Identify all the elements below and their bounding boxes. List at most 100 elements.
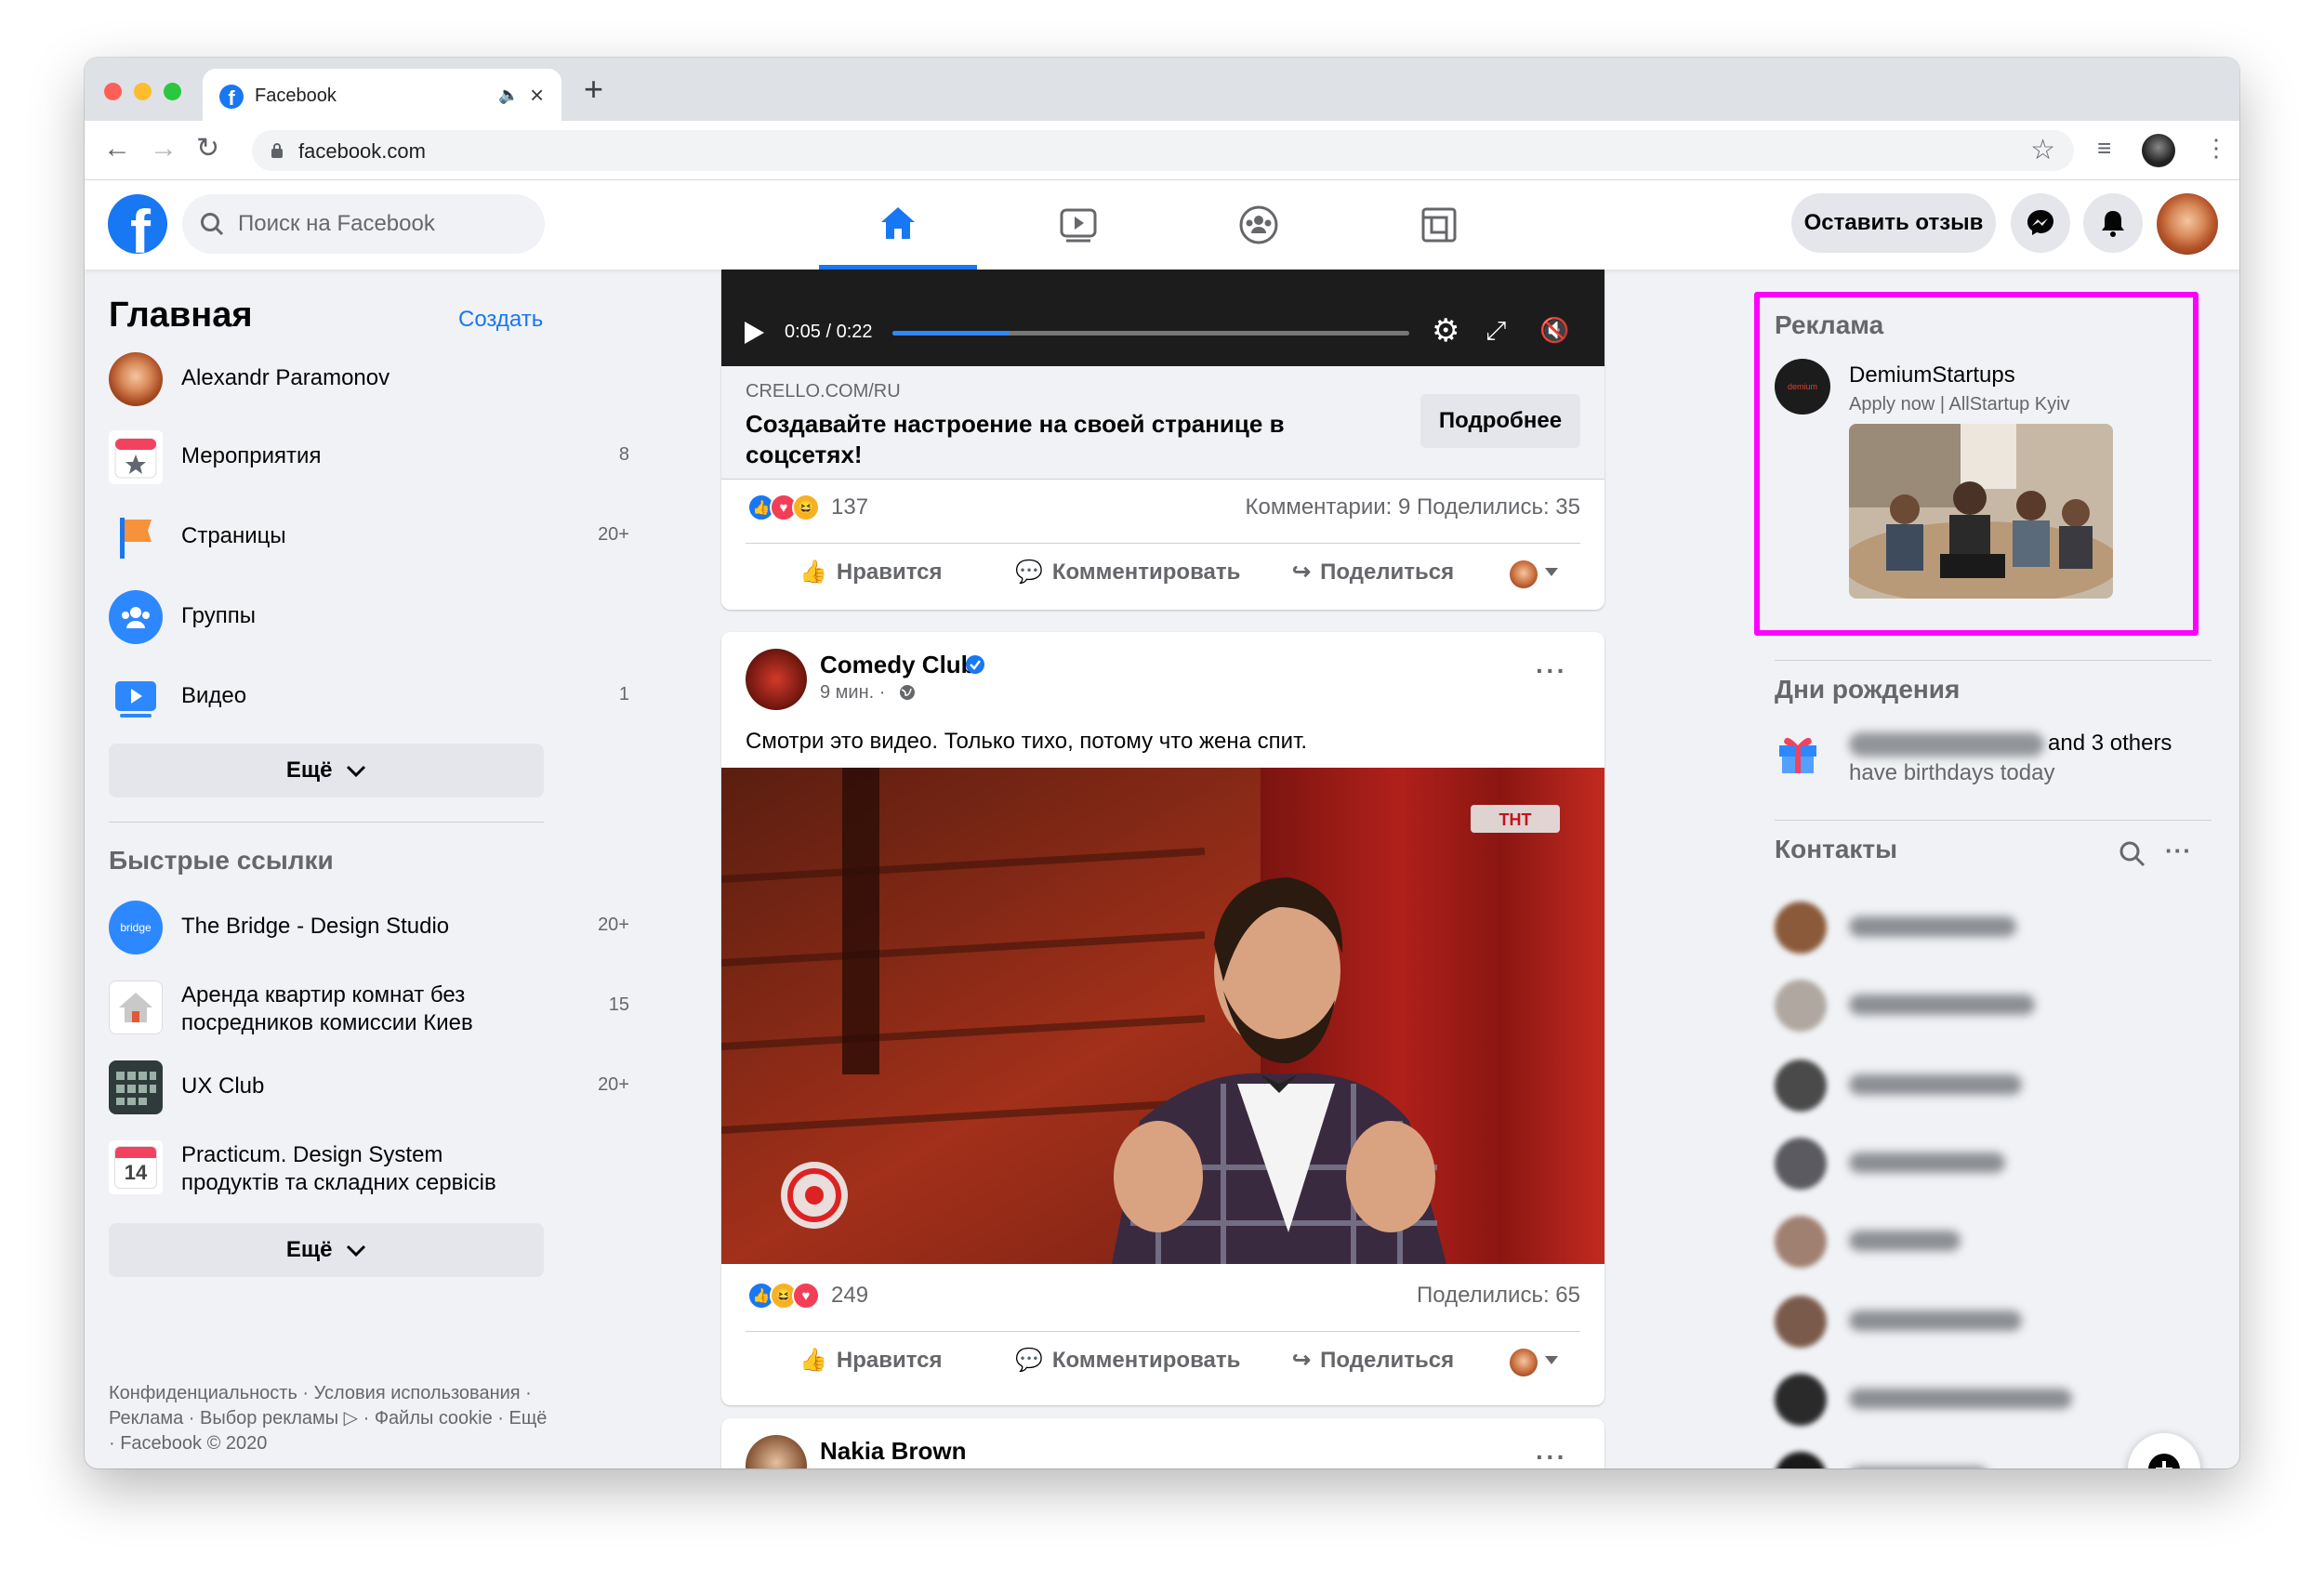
video-icon xyxy=(109,670,163,724)
shortcut-item-bridge[interactable]: bridge The Bridge - Design Studio 20+ xyxy=(109,894,629,959)
sidebar-item-groups[interactable]: Группы xyxy=(109,584,629,649)
share-button[interactable]: ↪ Поделиться xyxy=(1292,1347,1454,1374)
comment-button[interactable]: 💬 Комментировать xyxy=(1015,1347,1240,1374)
sidebar-item-profile[interactable]: Alexandr Paramonov xyxy=(109,346,629,411)
browser-menu-icon[interactable]: ⋮ xyxy=(2204,134,2228,163)
reaction-summary[interactable]: 👍 ♥ 😆 137 xyxy=(747,489,868,526)
reload-icon[interactable]: ↻ xyxy=(196,132,219,165)
media-control-icon[interactable]: ≡ xyxy=(2097,134,2111,163)
facebook-header: f Оставить отзыв xyxy=(85,180,2239,270)
birthday-others[interactable]: and 3 others xyxy=(2048,731,2172,757)
browser-profile-avatar[interactable] xyxy=(2142,134,2175,167)
like-button[interactable]: 👍 Нравится xyxy=(799,559,943,586)
nav-tab-watch[interactable] xyxy=(999,180,1157,270)
like-button[interactable]: 👍 Нравится xyxy=(799,1347,943,1374)
feedback-button[interactable]: Оставить отзыв xyxy=(1791,193,1996,253)
contact-item[interactable] xyxy=(1775,1052,2202,1117)
divider xyxy=(109,822,544,823)
mute-icon[interactable]: 🔇 xyxy=(1539,316,1569,345)
browser-window: f Facebook 🔈 × + ← → ↻ facebook.com ☆ ≡ … xyxy=(85,58,2239,1468)
contact-item[interactable] xyxy=(1775,1130,2202,1195)
share-button[interactable]: ↪ Поделиться xyxy=(1292,559,1454,586)
profile-avatar[interactable] xyxy=(2157,193,2218,255)
reaction-summary[interactable]: 👍 😆 ♥ 249 xyxy=(747,1277,868,1314)
shortcut-count: 15 xyxy=(608,994,629,1015)
browser-tab[interactable]: f Facebook 🔈 × xyxy=(203,69,561,121)
forward-icon[interactable]: → xyxy=(150,132,178,165)
more-options-icon[interactable]: ··· xyxy=(1536,656,1567,686)
post-author[interactable]: Comedy Club xyxy=(820,651,976,679)
play-icon[interactable] xyxy=(742,320,766,346)
nav-tab-groups[interactable] xyxy=(1180,180,1338,270)
blurred-contact-name xyxy=(1849,1231,1961,1251)
comment-icon: 💬 xyxy=(1015,1348,1043,1373)
post-stats[interactable]: Комментарии: 9 Поделились: 35 xyxy=(1246,494,1581,520)
post-stats[interactable]: Поделились: 65 xyxy=(1417,1283,1580,1309)
messenger-icon xyxy=(2027,210,2053,235)
avatar[interactable] xyxy=(1510,560,1538,588)
search-box[interactable] xyxy=(182,194,545,254)
new-message-button[interactable] xyxy=(2128,1433,2200,1468)
more-options-icon[interactable]: ··· xyxy=(2165,836,2192,865)
learn-more-button[interactable]: Подробнее xyxy=(1420,394,1580,448)
shortcut-item-uxclub[interactable]: UX Club 20+ xyxy=(109,1054,629,1119)
ad-logo[interactable]: demium xyxy=(1775,359,1830,415)
comedy-club-avatar[interactable] xyxy=(746,649,807,710)
notifications-button[interactable] xyxy=(2083,193,2143,253)
speaker-icon[interactable]: 🔈 xyxy=(498,86,519,105)
ad-image[interactable] xyxy=(1849,424,2113,599)
contact-item[interactable] xyxy=(1775,1208,2202,1273)
see-more-shortcuts-button[interactable]: Ещё xyxy=(109,1223,544,1277)
close-window-button[interactable] xyxy=(104,83,122,100)
shortcut-item-rent[interactable]: Аренда квартир комнат без посредников ко… xyxy=(109,974,629,1039)
nav-tab-gaming[interactable] xyxy=(1360,180,1518,270)
sidebar-item-label: Группы xyxy=(181,603,256,628)
contact-item[interactable] xyxy=(1775,972,2202,1037)
gaming-icon xyxy=(1421,207,1457,243)
see-more-button[interactable]: Ещё xyxy=(109,744,544,797)
sidebar-item-label: Видео xyxy=(181,683,247,708)
post-author[interactable]: Nakia Brown xyxy=(820,1437,967,1466)
bookmark-star-icon[interactable]: ☆ xyxy=(2030,134,2055,166)
post-video[interactable]: ТНТ xyxy=(721,768,1604,1264)
caret-down-icon[interactable] xyxy=(1545,568,1558,576)
messenger-button[interactable] xyxy=(2011,193,2070,253)
back-icon[interactable]: ← xyxy=(103,132,131,165)
ad-logo-text: demium xyxy=(1787,382,1817,391)
search-input[interactable] xyxy=(238,205,535,243)
contact-item[interactable] xyxy=(1775,1288,2202,1353)
settings-gear-icon[interactable]: ⚙ xyxy=(1432,312,1459,349)
post-time[interactable]: 9 мин. · xyxy=(820,682,885,704)
comment-label: Комментировать xyxy=(1051,559,1241,585)
shortcut-item-practicum[interactable]: 14 Practicum. Design System продуктів та… xyxy=(109,1134,629,1199)
minimize-window-button[interactable] xyxy=(134,83,152,100)
gift-icon xyxy=(1779,737,1816,773)
new-tab-button[interactable]: + xyxy=(584,72,603,106)
address-bar[interactable]: facebook.com ☆ xyxy=(252,130,2074,171)
ad-name[interactable]: DemiumStartups xyxy=(1849,362,2015,388)
close-tab-icon[interactable]: × xyxy=(530,81,544,110)
sidebar-item-video[interactable]: Видео 1 xyxy=(109,664,629,729)
caret-down-icon[interactable] xyxy=(1545,1356,1558,1364)
maximize-window-button[interactable] xyxy=(164,83,181,100)
nav-tab-home[interactable] xyxy=(819,180,977,270)
contact-item[interactable] xyxy=(1775,894,2202,959)
contact-item[interactable] xyxy=(1775,1366,2202,1431)
more-options-icon[interactable]: ··· xyxy=(1536,1442,1567,1468)
author-avatar[interactable] xyxy=(746,1435,807,1468)
sidebar-item-pages[interactable]: Страницы 20+ xyxy=(109,504,629,569)
video-player[interactable]: 0:05 / 0:22 ⚙ ⤢ 🔇 xyxy=(721,270,1604,366)
avatar[interactable] xyxy=(1510,1349,1538,1376)
avatar xyxy=(1775,1138,1827,1190)
calendar-day: 14 xyxy=(124,1161,148,1184)
search-icon[interactable] xyxy=(2119,840,2146,868)
home-icon xyxy=(881,206,915,239)
footer-links[interactable]: Конфиденциальность · Условия использован… xyxy=(109,1381,555,1456)
comment-button[interactable]: 💬 Комментировать xyxy=(1015,559,1240,586)
link-preview[interactable]: CRELLO.COM/RU Создавайте настроение на с… xyxy=(721,366,1604,480)
facebook-logo[interactable]: f xyxy=(108,194,167,254)
video-progress-track[interactable] xyxy=(892,331,1409,336)
sidebar-item-events[interactable]: Мероприятия 8 xyxy=(109,424,629,489)
create-link[interactable]: Создать xyxy=(458,307,543,333)
fullscreen-icon[interactable]: ⤢ xyxy=(1486,316,1506,347)
